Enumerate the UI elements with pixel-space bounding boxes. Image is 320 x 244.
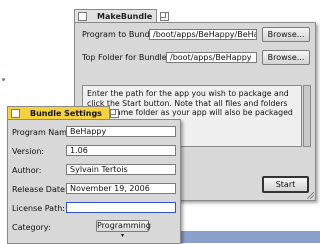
zoom-icon[interactable] <box>109 108 119 118</box>
version-field[interactable]: 1.06 <box>66 145 176 156</box>
program-name-field[interactable]: BeHappy <box>66 126 176 137</box>
chevron-down-icon: ▾ <box>120 232 124 239</box>
close-icon[interactable] <box>78 11 87 21</box>
category-label: Category: <box>12 223 51 232</box>
top-folder-label: Top Folder for Bundle: <box>82 53 170 62</box>
author-field[interactable]: Sylvain Tertois <box>66 164 176 175</box>
program-to-bundle-field[interactable]: /boot/apps/BeHappy/BeHappy <box>149 29 257 40</box>
desktop-dot <box>2 78 5 81</box>
license-path-label: License Path: <box>12 204 65 213</box>
browse-folder-button[interactable]: Browse... <box>262 50 310 65</box>
program-to-bundle-label: Program to Bundle: <box>82 30 160 39</box>
makebundle-titlebar[interactable]: MakeBundle <box>74 9 170 22</box>
window-title: MakeBundle <box>97 11 153 21</box>
author-label: Author: <box>12 166 42 175</box>
category-menu[interactable]: Programming ▾ <box>96 220 151 239</box>
close-icon[interactable] <box>11 108 20 118</box>
top-folder-field[interactable]: /boot/apps/BeHappy <box>166 52 257 63</box>
resize-grip-icon[interactable] <box>307 192 314 199</box>
release-date-field[interactable]: November 19, 2006 <box>66 183 176 194</box>
browse-program-button[interactable]: Browse... <box>262 27 310 42</box>
bundle-settings-titlebar[interactable]: Bundle Settings <box>7 106 119 119</box>
help-scrollbar[interactable] <box>303 85 311 147</box>
bundle-settings-window: Bundle Settings Program Name: BeHappy Ve… <box>7 106 181 244</box>
license-path-field[interactable] <box>66 202 176 213</box>
zoom-icon[interactable] <box>160 11 170 21</box>
category-value: Programming <box>97 221 151 230</box>
version-label: Version: <box>12 147 45 156</box>
start-button[interactable]: Start <box>262 176 309 193</box>
window-title: Bundle Settings <box>30 108 102 118</box>
release-date-label: Release Date: <box>12 185 68 194</box>
